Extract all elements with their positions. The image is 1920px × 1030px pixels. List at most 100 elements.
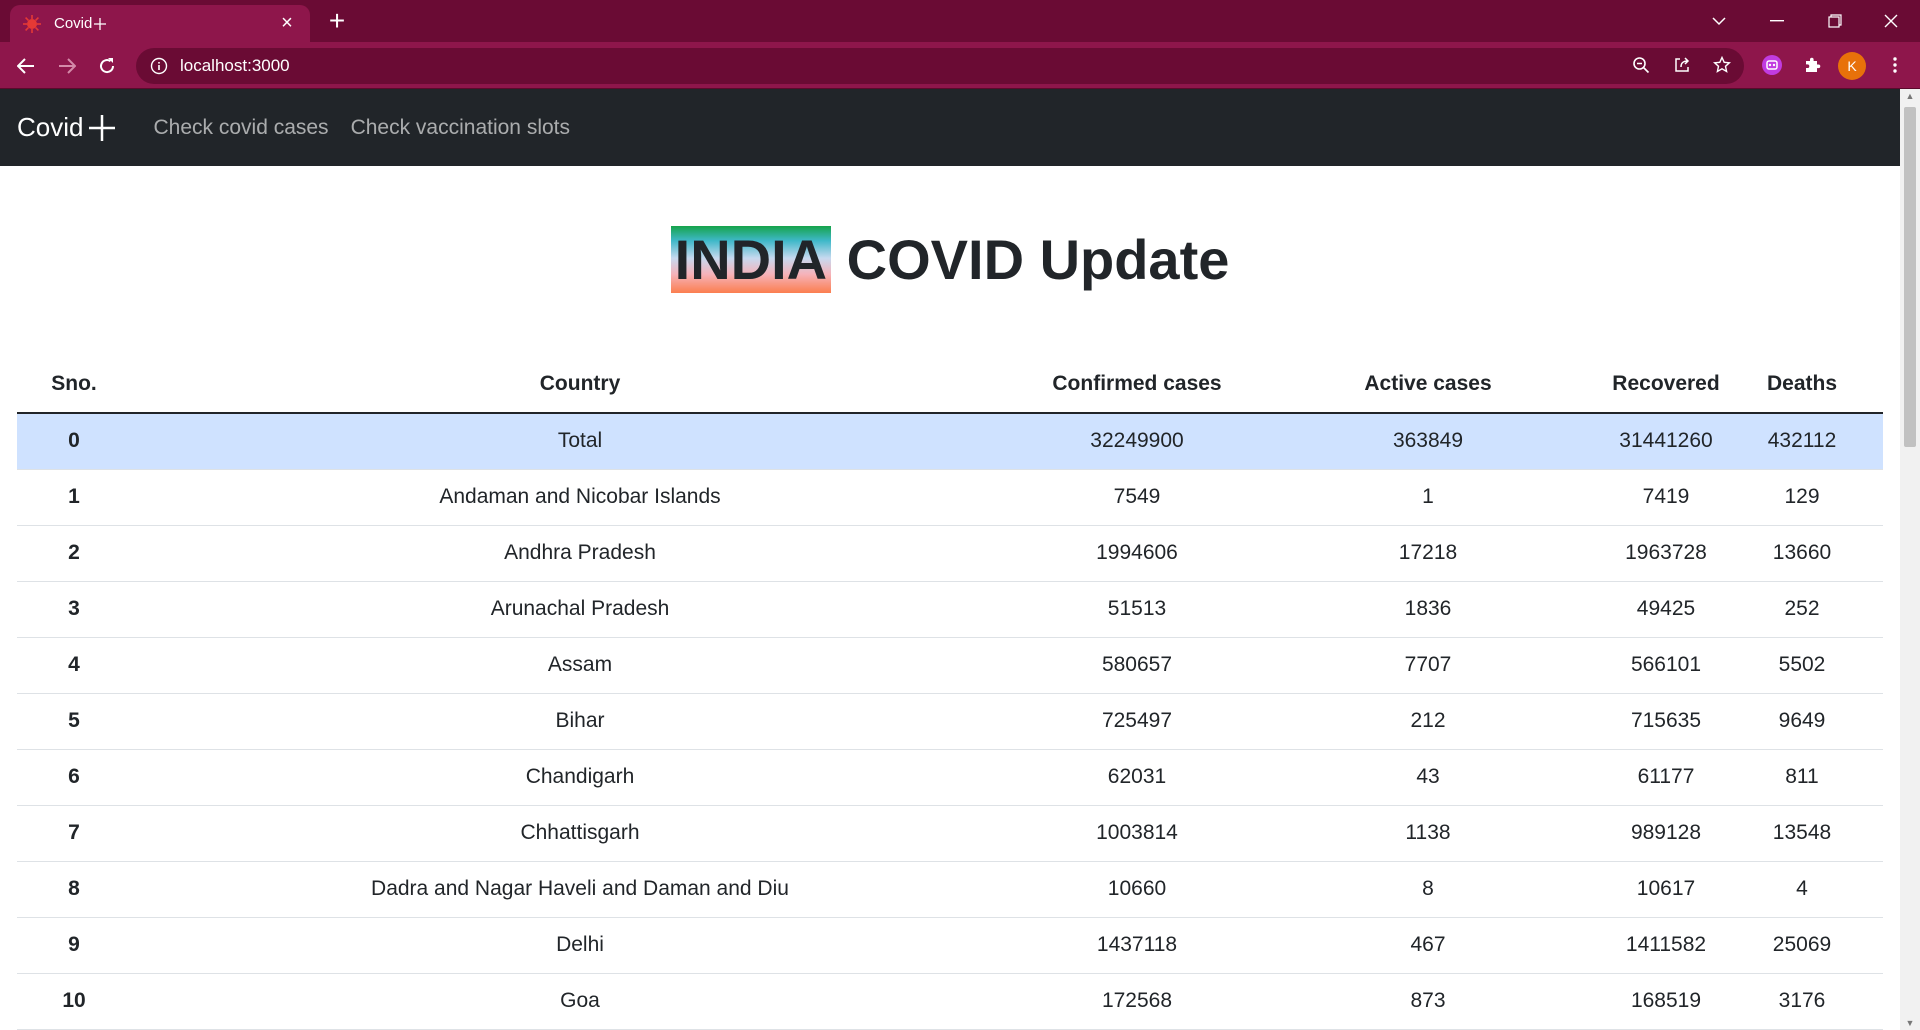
minimize-icon[interactable] — [1752, 0, 1802, 42]
forward-icon[interactable] — [51, 50, 83, 82]
table-body: 0 Total 32249900 363849 31441260 432112 … — [17, 413, 1883, 1030]
navbar-brand[interactable]: Covid — [17, 112, 117, 143]
browser-tab[interactable]: Covid × — [10, 5, 310, 42]
cell-recovered: 61177 — [1611, 749, 1721, 806]
cell-active: 212 — [1245, 693, 1611, 750]
nav-link-vaccination-slots[interactable]: Check vaccination slots — [351, 116, 570, 140]
scroll-down-arrow-icon[interactable]: ▼ — [1905, 1018, 1915, 1028]
header-country: Country — [131, 355, 1029, 414]
new-tab-button[interactable]: + — [322, 7, 352, 37]
cell-recovered: 31441260 — [1611, 413, 1721, 470]
cell-country: Bihar — [131, 693, 1029, 750]
address-text[interactable]: localhost:3000 — [180, 56, 290, 76]
cell-active: 7707 — [1245, 637, 1611, 694]
table-header-row: Sno. Country Confirmed cases Active case… — [17, 355, 1883, 414]
address-bar[interactable]: localhost:3000 — [136, 48, 1744, 84]
back-icon[interactable] — [10, 50, 42, 82]
table-header: Sno. Country Confirmed cases Active case… — [17, 355, 1883, 414]
cell-sno: 0 — [17, 413, 131, 470]
heading-rest: COVID Update — [831, 228, 1230, 291]
nav-link-covid-cases[interactable]: Check covid cases — [153, 116, 328, 140]
cell-active: 1 — [1245, 469, 1611, 526]
share-icon[interactable] — [1667, 50, 1697, 80]
cell-active: 873 — [1245, 973, 1611, 1030]
bookmark-star-icon[interactable] — [1707, 50, 1737, 80]
scroll-up-arrow-icon[interactable]: ▲ — [1905, 91, 1915, 101]
cell-country: Dadra and Nagar Haveli and Daman and Diu — [131, 861, 1029, 918]
cell-active: 1138 — [1245, 805, 1611, 862]
cell-confirmed: 1003814 — [1029, 805, 1245, 862]
cell-recovered: 715635 — [1611, 693, 1721, 750]
tab-close-icon[interactable]: × — [276, 12, 298, 35]
table-row: 1 Andaman and Nicobar Islands 7549 1 741… — [17, 469, 1883, 526]
plus-icon — [94, 17, 107, 30]
tab-title: Covid — [54, 15, 276, 32]
cell-country: Andhra Pradesh — [131, 525, 1029, 582]
cell-sno: 9 — [17, 917, 131, 974]
cell-recovered: 49425 — [1611, 581, 1721, 638]
cell-recovered: 168519 — [1611, 973, 1721, 1030]
table-row: 4 Assam 580657 7707 566101 5502 — [17, 637, 1883, 694]
cell-confirmed: 1437118 — [1029, 917, 1245, 974]
cell-recovered: 989128 — [1611, 805, 1721, 862]
cell-country: Goa — [131, 973, 1029, 1030]
plus-icon — [89, 114, 116, 141]
cell-recovered: 566101 — [1611, 637, 1721, 694]
info-icon[interactable] — [150, 57, 168, 75]
cell-sno: 10 — [17, 973, 131, 1030]
cell-active: 363849 — [1245, 413, 1611, 470]
header-deaths: Deaths — [1721, 355, 1883, 414]
menu-dots-icon[interactable] — [1880, 50, 1910, 80]
page-viewport: Covid Check covid cases Check vaccinatio… — [0, 89, 1900, 1030]
table-row: 6 Chandigarh 62031 43 61177 811 — [17, 749, 1883, 806]
table-row: 3 Arunachal Pradesh 51513 1836 49425 252 — [17, 581, 1883, 638]
cell-active: 17218 — [1245, 525, 1611, 582]
cell-recovered: 1963728 — [1611, 525, 1721, 582]
cell-deaths: 811 — [1721, 749, 1883, 806]
close-window-icon[interactable] — [1866, 0, 1916, 42]
cell-sno: 8 — [17, 861, 131, 918]
virus-icon — [23, 14, 41, 33]
cell-confirmed: 1994606 — [1029, 525, 1245, 582]
profile-avatar[interactable]: K — [1838, 52, 1866, 80]
cell-deaths: 432112 — [1721, 413, 1883, 470]
table-row: 8 Dadra and Nagar Haveli and Daman and D… — [17, 861, 1883, 918]
cell-deaths: 129 — [1721, 469, 1883, 526]
browser-tab-strip: Covid × + — [0, 0, 1920, 42]
tab-title-text: Covid — [54, 15, 93, 32]
cell-active: 1836 — [1245, 581, 1611, 638]
cell-country: Arunachal Pradesh — [131, 581, 1029, 638]
cell-deaths: 4 — [1721, 861, 1883, 918]
zoom-icon[interactable] — [1626, 50, 1656, 80]
cell-confirmed: 32249900 — [1029, 413, 1245, 470]
cell-sno: 3 — [17, 581, 131, 638]
restore-icon[interactable] — [1810, 0, 1860, 42]
tab-search-icon[interactable] — [1694, 0, 1744, 42]
extensions-puzzle-icon[interactable] — [1797, 50, 1827, 80]
extension-icon[interactable] — [1757, 50, 1787, 80]
cell-country: Total — [131, 413, 1029, 470]
cell-sno: 2 — [17, 525, 131, 582]
cell-sno: 1 — [17, 469, 131, 526]
cell-recovered: 10617 — [1611, 861, 1721, 918]
cell-confirmed: 62031 — [1029, 749, 1245, 806]
header-sno: Sno. — [17, 355, 131, 414]
cell-deaths: 13660 — [1721, 525, 1883, 582]
cell-deaths: 25069 — [1721, 917, 1883, 974]
cell-deaths: 13548 — [1721, 805, 1883, 862]
table-row-total: 0 Total 32249900 363849 31441260 432112 — [17, 413, 1883, 470]
scrollbar-thumb[interactable] — [1904, 107, 1916, 447]
cell-sno: 4 — [17, 637, 131, 694]
cell-sno: 7 — [17, 805, 131, 862]
cell-country: Andaman and Nicobar Islands — [131, 469, 1029, 526]
page-scrollbar[interactable]: ▲ ▼ — [1900, 89, 1920, 1030]
cell-country: Chandigarh — [131, 749, 1029, 806]
app-navbar: Covid Check covid cases Check vaccinatio… — [0, 89, 1900, 166]
cell-confirmed: 580657 — [1029, 637, 1245, 694]
cell-confirmed: 172568 — [1029, 973, 1245, 1030]
cell-confirmed: 7549 — [1029, 469, 1245, 526]
cell-deaths: 3176 — [1721, 973, 1883, 1030]
cell-active: 8 — [1245, 861, 1611, 918]
reload-icon[interactable] — [91, 50, 123, 82]
brand-text[interactable]: Covid — [17, 112, 83, 143]
